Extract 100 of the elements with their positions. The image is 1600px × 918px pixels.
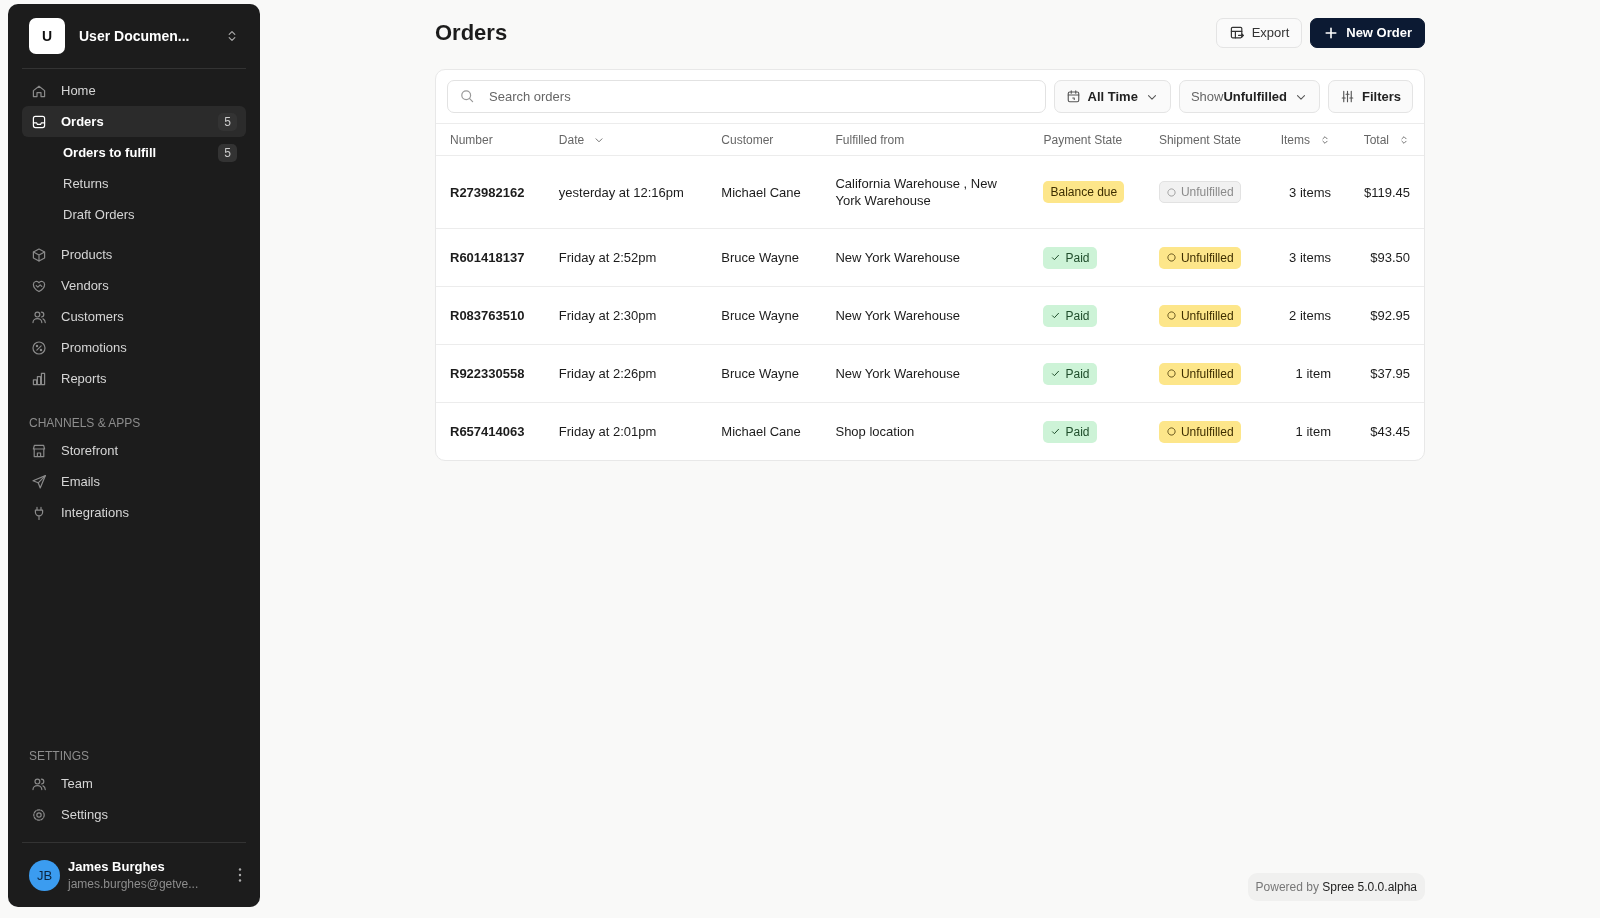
table-cell: Bruce Wayne — [707, 286, 822, 345]
sidebar-item[interactable]: Orders 5 — [22, 106, 246, 137]
check-icon — [1050, 426, 1062, 437]
check-icon — [1050, 252, 1062, 263]
status-label: Unfulfilled — [1180, 185, 1234, 199]
status-label: Paid — [1065, 250, 1090, 265]
column-header: Payment State — [1043, 132, 1123, 147]
sidebar-item[interactable]: Promotions — [22, 332, 246, 363]
sliders-icon — [1340, 89, 1355, 104]
dashed-circle-icon — [1165, 252, 1177, 263]
sidebar-item[interactable]: Products — [22, 239, 246, 270]
sidebar-item[interactable]: Integrations — [22, 497, 246, 528]
sidebar-subitem[interactable]: Returns — [22, 168, 246, 199]
table-cell: $43.45 — [1345, 402, 1424, 460]
percent-icon — [31, 339, 47, 356]
table-cell: Friday at 2:01pm — [544, 402, 708, 460]
sidebar-item[interactable]: Emails — [22, 466, 246, 497]
section-heading: CHANNELS & APPS — [28, 415, 142, 432]
order-number-link[interactable]: R657414063 — [436, 402, 545, 460]
count-badge: 5 — [218, 143, 237, 162]
order-number-link[interactable]: R083763510 — [436, 286, 545, 345]
column-header: Customer — [721, 132, 774, 147]
table-cell: 3 items — [1261, 228, 1345, 287]
table-cell: yesterday at 12:16pm — [544, 155, 708, 229]
settings-icon — [31, 806, 47, 823]
more-options-button[interactable] — [238, 868, 242, 882]
sidebar-item[interactable]: Storefront — [22, 435, 246, 466]
order-number-link[interactable]: R273982162 — [436, 155, 545, 229]
powered-by-credit: Powered by Spree 5.0.0.alpha — [1247, 873, 1425, 901]
column-header[interactable]: Date — [558, 132, 585, 147]
table-cell: $37.95 — [1345, 344, 1424, 403]
status-label: Balance due — [1050, 185, 1118, 199]
paper-plane-icon — [31, 473, 47, 490]
sidebar-subitem[interactable]: Draft Orders — [22, 199, 246, 230]
table-cell: 1 item — [1261, 344, 1345, 403]
sidebar-item[interactable]: Settings — [22, 799, 246, 830]
user-avatar: JB — [29, 859, 60, 891]
table-cell: Bruce Wayne — [707, 344, 822, 403]
table-cell: $119.45 — [1345, 155, 1424, 229]
check-icon — [1050, 368, 1062, 379]
export-button[interactable]: Export — [1215, 17, 1303, 48]
status-label: Unfulfilled — [1180, 366, 1234, 381]
sidebar-item[interactable]: Team — [22, 768, 246, 799]
status-label: Unfulfilled — [1180, 250, 1234, 265]
workspace-name[interactable]: User Documen... — [79, 28, 210, 44]
dashed-circle-icon — [1165, 186, 1177, 198]
status-label: Paid — [1065, 308, 1090, 323]
new-order-button[interactable]: New Order — [1310, 17, 1425, 48]
table-cell: Shop location — [821, 402, 1030, 460]
table-cell: 1 item — [1261, 402, 1345, 460]
table-cell: $92.95 — [1345, 286, 1424, 345]
user-name: James Burghes — [68, 859, 166, 874]
column-header: Shipment State — [1158, 132, 1241, 147]
table-cell: New York Warehouse — [821, 344, 1030, 403]
table-cell: Friday at 2:30pm — [544, 286, 708, 345]
order-number-link[interactable]: R601418137 — [436, 228, 545, 287]
store-icon — [31, 442, 47, 459]
bar-chart-icon — [31, 370, 47, 387]
workspace-logo: U — [29, 18, 65, 54]
search-field[interactable]: Search orders — [447, 80, 1046, 113]
table-cell: 3 items — [1261, 155, 1345, 229]
table-cell: Friday at 2:26pm — [544, 344, 708, 403]
order-number-link[interactable]: R922330558 — [436, 344, 545, 403]
status-filter-dropdown[interactable]: ShowUnfulfilled — [1178, 80, 1320, 113]
filters-button[interactable]: Filters — [1328, 80, 1413, 113]
dashed-circle-icon — [1165, 310, 1177, 321]
dashed-circle-icon — [1165, 426, 1177, 437]
inbox-icon — [31, 113, 47, 130]
check-icon — [1050, 310, 1062, 321]
column-header: Number — [450, 132, 493, 147]
calendar-icon — [1065, 89, 1081, 104]
table-cell: Michael Cane — [707, 402, 822, 460]
table-cell: Michael Cane — [707, 155, 822, 229]
vertical-dots-icon — [238, 868, 242, 882]
column-header: Fulfilled from — [835, 132, 905, 147]
sidebar-item[interactable]: Customers — [22, 301, 246, 332]
section-heading: SETTINGS — [28, 748, 90, 765]
sidebar-subitem[interactable]: Orders to fulfill 5 — [22, 137, 246, 168]
dashed-circle-icon — [1165, 368, 1177, 379]
status-label: Unfulfilled — [1180, 424, 1234, 439]
column-header[interactable]: Total — [1363, 132, 1389, 147]
status-label: Paid — [1065, 366, 1090, 381]
sidebar-item[interactable]: Home — [22, 75, 246, 106]
date-filter-dropdown[interactable]: All Time — [1053, 80, 1171, 113]
sidebar-item[interactable]: Reports — [22, 363, 246, 394]
page-title: Orders — [435, 19, 508, 46]
table-export-icon — [1228, 24, 1245, 41]
user-email: james.burghes@getve... — [68, 877, 200, 891]
column-header[interactable]: Items — [1280, 132, 1310, 147]
box-icon — [31, 246, 47, 263]
table-cell: Bruce Wayne — [707, 228, 822, 287]
status-label: Paid — [1065, 424, 1090, 439]
table-cell: New York Warehouse — [821, 228, 1030, 287]
count-badge: 5 — [218, 112, 237, 131]
table-cell: Friday at 2:52pm — [544, 228, 708, 287]
table-cell: New York Warehouse — [821, 286, 1030, 345]
sidebar-item[interactable]: Vendors — [22, 270, 246, 301]
status-label: Unfulfilled — [1180, 308, 1234, 323]
table-cell: California Warehouse , New York Warehouse — [821, 155, 1030, 229]
table-cell: 2 items — [1261, 286, 1345, 345]
